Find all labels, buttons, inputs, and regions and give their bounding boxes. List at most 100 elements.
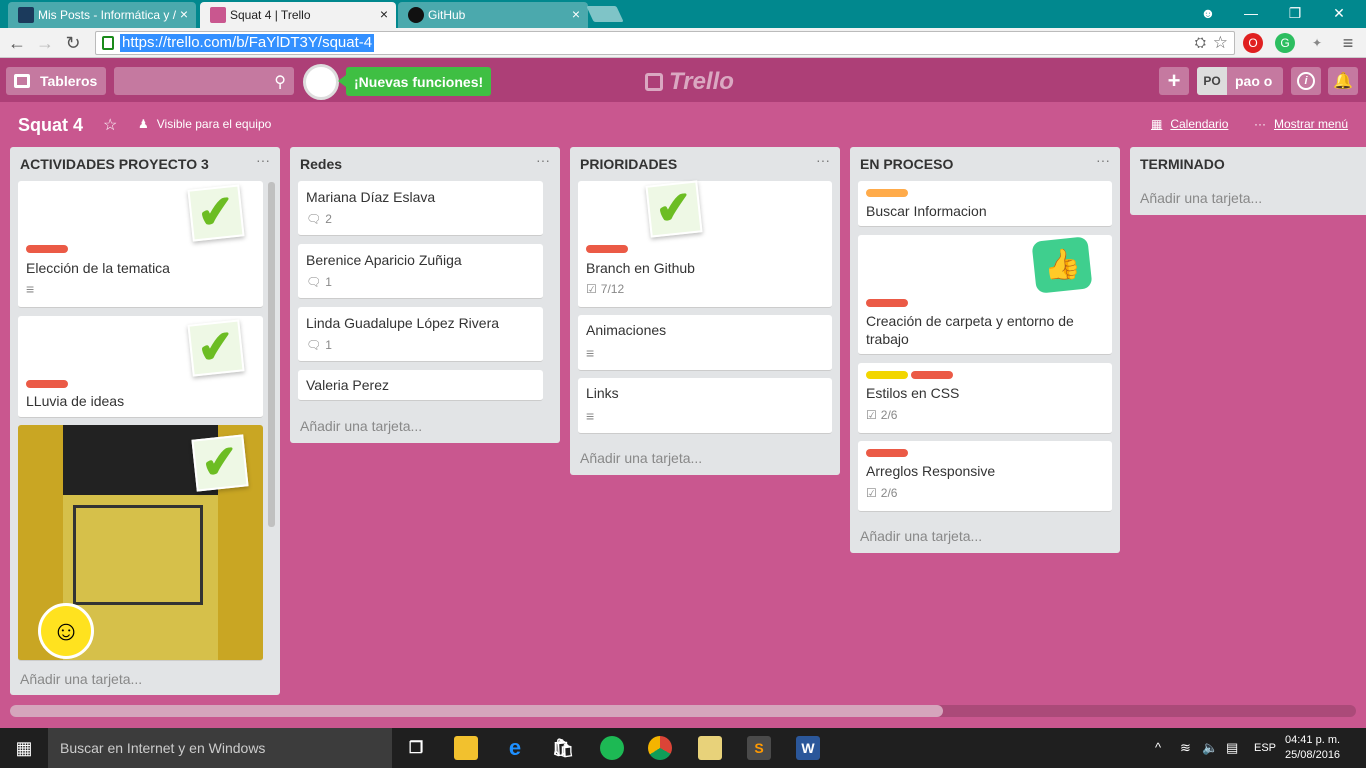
spotify-icon[interactable] [600,736,624,760]
boards-label: Tableros [40,73,98,89]
windows-start-icon[interactable]: ▦ [0,728,48,768]
scrollbar-thumb[interactable] [10,705,943,717]
card-photo[interactable]: ✔ ☺ [18,425,263,661]
card[interactable]: Links ≡ [578,378,832,434]
board-scrollbar[interactable] [10,705,1356,717]
red-label [586,245,628,253]
close-tab-icon[interactable]: × [180,6,188,22]
forward-icon[interactable]: → [34,32,56,54]
trello-logo[interactable]: Trello [645,68,734,96]
tab-mis-posts[interactable]: Mis Posts - Informática y / × [8,2,196,28]
card-title: Estilos en CSS [866,385,960,401]
show-hidden-icons-icon[interactable]: ^ [1155,740,1161,755]
card[interactable]: Animaciones ≡ [578,315,832,371]
notifications-button[interactable]: 🔔 [1328,67,1358,95]
board-title[interactable]: Squat 4 [18,115,83,136]
list-title[interactable]: ACTIVIDADES PROYECTO 3 [20,156,209,172]
user-menu[interactable]: PO pao o [1197,67,1283,95]
list-title[interactable]: EN PROCESO [860,156,953,172]
add-card-button[interactable]: Añadir una tarjeta... [1140,190,1262,206]
restore-button[interactable]: ❐ [1272,0,1318,26]
tab-title: Squat 4 | Trello [230,8,311,22]
info-icon: i [1297,72,1315,90]
list-menu-icon[interactable]: ··· [1096,152,1110,168]
calendar-label: Calendario [1170,117,1229,131]
url-text[interactable]: https://trello.com/b/FaYlDT3Y/squat-4 [120,34,375,52]
grammarly-extension-icon[interactable]: G [1275,33,1295,53]
add-card-button[interactable]: Añadir una tarjeta... [20,671,142,687]
sticky-notes-icon[interactable] [698,736,722,760]
add-card-button[interactable]: Añadir una tarjeta... [300,418,422,434]
visibility-button[interactable]: ♟ Visible para el equipo [138,117,271,131]
add-card-button[interactable]: Añadir una tarjeta... [580,450,702,466]
search-input[interactable]: ⚲ [114,67,294,95]
new-features-button[interactable]: ¡Nuevas funciones! [337,67,492,96]
card[interactable]: Buscar Informacion [858,181,1112,227]
card[interactable]: ✔ LLuvia de ideas [18,316,263,418]
list-en-proceso: EN PROCESO ··· Buscar Informacion 👍 Crea… [850,147,1120,553]
card[interactable]: Mariana Díaz Eslava 🗨 2 [298,181,543,236]
minimize-button[interactable]: — [1228,0,1274,26]
edge-icon[interactable]: e [503,735,527,760]
bookmark-star-icon[interactable]: ☆ [1213,33,1228,53]
back-icon[interactable]: ← [6,32,28,54]
card-title: Arreglos Responsive [866,463,996,479]
opera-extension-icon[interactable]: O [1243,33,1263,53]
card[interactable]: Berenice Aparicio Zuñiga 🗨 1 [298,244,543,299]
profile-icon[interactable]: ☻ [1186,0,1230,26]
extension-icon[interactable]: ✦ [1307,33,1327,53]
card[interactable]: Linda Guadalupe López Rivera 🗨 1 [298,307,543,362]
language-indicator[interactable]: ESP [1254,742,1276,754]
reload-icon[interactable]: ↻ [62,32,84,54]
list-title[interactable]: TERMINADO [1140,156,1225,172]
task-view-icon[interactable]: ❐ [404,736,428,760]
star-icon[interactable]: ☆ [103,115,117,135]
word-icon[interactable]: W [796,736,820,760]
tab-github[interactable]: GitHub × [398,2,588,28]
trello-logo-icon [645,73,663,91]
add-card-button[interactable]: Añadir una tarjeta... [860,528,982,544]
list-menu-icon[interactable]: ··· [256,152,270,168]
calendar-button[interactable]: ▦ Calendario [1151,117,1228,131]
card[interactable]: Valeria Perez [298,370,543,401]
close-tab-icon[interactable]: × [572,6,580,22]
list-scrollbar[interactable] [268,182,275,527]
translate-icon[interactable]: ⛭ [1195,34,1206,51]
clock-date: 25/08/2016 [1285,749,1341,761]
boards-button[interactable]: Tableros [6,67,106,95]
add-button[interactable]: + [1159,67,1189,95]
wifi-icon[interactable]: ≋ [1180,740,1191,756]
comments-count: 1 [325,338,332,352]
info-button[interactable]: i [1291,67,1321,95]
list-menu-icon[interactable]: ··· [816,152,830,168]
chrome-icon[interactable] [648,736,672,760]
checklist-badge: ☑ 2/6 [866,486,897,500]
store-icon[interactable]: 🛍 [551,736,575,760]
tab-trello[interactable]: Squat 4 | Trello × [200,2,396,28]
close-window-button[interactable]: ✕ [1316,0,1362,26]
list-terminado: TERMINADO Añadir una tarjeta... [1130,147,1366,215]
list-title[interactable]: Redes [300,156,342,172]
show-menu-button[interactable]: ··· Mostrar menú [1254,117,1348,131]
card[interactable]: Arreglos Responsive ☑ 2/6 [858,441,1112,512]
chrome-menu-icon[interactable]: ≡ [1337,32,1359,54]
sublime-text-icon[interactable]: S [747,736,771,760]
card[interactable]: ✔ Branch en Github ☑ 7/12 [578,180,832,308]
cortana-search-input[interactable]: Buscar en Internet y en Windows [48,728,392,768]
list-menu-icon[interactable]: ··· [536,152,550,168]
clock[interactable]: 04:41 p. m. 25/08/2016 [1285,733,1340,763]
volume-icon[interactable]: 🔈 [1202,740,1218,756]
card[interactable]: ✔ Elección de la tematica ≡ [18,181,263,308]
file-explorer-icon[interactable] [454,736,478,760]
boards-icon [14,74,30,88]
card[interactable]: Estilos en CSS ☑ 2/6 [858,363,1112,434]
new-tab-button[interactable] [586,6,624,22]
photo-sketch [73,505,203,605]
browser-toolbar: ← → ↻ https://trello.com/b/FaYlDT3Y/squa… [0,28,1366,58]
address-bar[interactable]: https://trello.com/b/FaYlDT3Y/squat-4 ⛭ … [95,31,1235,55]
close-tab-icon[interactable]: × [380,6,388,22]
action-center-icon[interactable]: ▤ [1226,740,1238,756]
card[interactable]: 👍 Creación de carpeta y entorno de traba… [858,235,1112,355]
tab-title: Mis Posts - Informática y / [38,8,177,22]
list-title[interactable]: PRIORIDADES [580,156,677,172]
